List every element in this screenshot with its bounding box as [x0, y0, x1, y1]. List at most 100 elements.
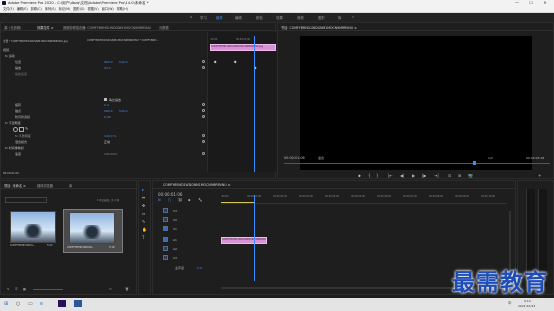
- ellipse-mask-icon[interactable]: [13, 127, 18, 132]
- project-item-thumbnail[interactable]: [10, 211, 56, 243]
- type-tool-icon[interactable]: T: [142, 235, 144, 240]
- step-forward-button[interactable]: |▶: [422, 173, 426, 178]
- tab-effect-controls[interactable]: 效果控件 ≡: [37, 25, 53, 30]
- program-playhead-marker[interactable]: [473, 161, 476, 165]
- pen-mask-icon[interactable]: ✎: [25, 126, 28, 131]
- effect-mini-timeline[interactable]: :00:00 00:00:05:00 COMFYBRHD1WDGNM1MOCN9…: [207, 32, 276, 172]
- tab-audio-clip-mixer[interactable]: 音频剪辑混合器: COMFYBRHD1WDGNM1MOCN9MRRVNU: [63, 25, 151, 30]
- position-y-value[interactable]: 540.0: [119, 60, 128, 64]
- tab-metadata[interactable]: 元数据: [159, 25, 169, 30]
- source-patch[interactable]: [163, 237, 168, 242]
- master-track-value[interactable]: 0.0: [197, 266, 202, 270]
- workspace-more[interactable]: »: [352, 15, 354, 19]
- track-a3[interactable]: A3: [163, 254, 219, 262]
- mini-playhead[interactable]: [254, 36, 255, 172]
- anchor-x-value[interactable]: 960.0: [104, 109, 113, 113]
- source-patch[interactable]: [163, 217, 168, 222]
- tab-libraries[interactable]: 库: [69, 183, 72, 188]
- keyframe-position-start[interactable]: [213, 60, 217, 64]
- program-video-frame[interactable]: [300, 36, 532, 170]
- keyframe-position-end[interactable]: [233, 60, 237, 64]
- razor-tool-icon[interactable]: ⇔: [142, 211, 145, 216]
- opacity-value[interactable]: 100.0 %: [104, 134, 116, 138]
- timeline-settings-icon[interactable]: 🔧: [198, 198, 202, 202]
- tab-media-browser[interactable]: 媒体浏览器: [37, 183, 53, 188]
- source-patch[interactable]: [163, 255, 168, 260]
- timeline-ruler[interactable]: :00:00 00:00:01:00 00:00:02:00 00:00:03:…: [221, 195, 507, 204]
- program-monitor-title[interactable]: 节目: COMFYBRHD1WDGNM1MOCN9MRRVNU ≡: [281, 25, 357, 30]
- button-editor-add[interactable]: +: [538, 173, 541, 178]
- stopwatch-position-icon[interactable]: [202, 60, 205, 63]
- stopwatch-blend-icon[interactable]: [202, 140, 205, 143]
- snap-icon[interactable]: ⋂: [168, 198, 171, 202]
- ripple-edit-tool-icon[interactable]: ✥: [142, 203, 145, 208]
- effect-time-remap[interactable]: fx 时间重映射: [5, 146, 24, 150]
- sequence-clip-label[interactable]: COMFYBRHD1WDGNM1MOCN9MRRVNU * COMFYBRH..…: [87, 39, 159, 42]
- effect-motion[interactable]: fx 运动: [5, 54, 15, 58]
- flicker-value[interactable]: 0.00: [104, 115, 111, 119]
- blend-mode-select[interactable]: 正常: [104, 140, 110, 144]
- program-timecode[interactable]: 00:00:01:06: [284, 156, 305, 160]
- menu-edit[interactable]: 编辑(E): [17, 6, 28, 12]
- premiere-taskbar-icon[interactable]: [58, 300, 66, 307]
- tab-sequence[interactable]: COMFYBRHD1WDGNM1MOCN9MRRVNU ≡: [163, 183, 230, 187]
- step-back-button[interactable]: ◀|: [400, 173, 404, 178]
- rotation-value[interactable]: 0.0: [104, 103, 109, 107]
- anchor-y-value[interactable]: 540.0: [119, 109, 128, 113]
- menu-view[interactable]: 视图(V): [88, 6, 99, 12]
- menu-file[interactable]: 文件(F): [3, 6, 14, 12]
- menu-graphics[interactable]: 图形(G): [73, 6, 84, 12]
- program-fit-select[interactable]: 适合: [318, 156, 324, 160]
- tab-project[interactable]: 项目: 未命名 ≡: [4, 183, 26, 188]
- menu-window[interactable]: 窗口(W): [102, 6, 114, 12]
- edge-icon[interactable]: e: [40, 301, 43, 307]
- uniform-scale-checkbox[interactable]: [104, 98, 107, 101]
- program-quality-select[interactable]: 1/2: [488, 156, 493, 160]
- project-search-input[interactable]: [5, 197, 47, 203]
- pen-tool-icon[interactable]: ✎: [142, 219, 145, 224]
- add-marker-icon[interactable]: ⬥: [188, 198, 190, 202]
- stopwatch-anchor-icon[interactable]: [202, 109, 205, 112]
- mini-clip-bar[interactable]: COMFYBRHD1WDGNM1MOCN9MRRVNU.jpg: [210, 44, 276, 51]
- stopwatch-scale-icon[interactable]: [202, 66, 205, 69]
- mark-in-button[interactable]: {: [368, 173, 371, 178]
- task-view-icon[interactable]: ▭: [28, 301, 33, 307]
- program-scrubber[interactable]: [284, 163, 550, 164]
- nest-toggle-icon[interactable]: ⊞: [158, 198, 161, 202]
- lift-button[interactable]: ⊡: [448, 173, 451, 178]
- trash-icon[interactable]: 🗑: [125, 287, 129, 291]
- tab-source[interactable]: 源: (无剪辑): [4, 25, 21, 30]
- track-select-tool-icon[interactable]: ⇹: [142, 195, 145, 200]
- word-taskbar-icon[interactable]: [74, 300, 82, 307]
- track-label[interactable]: A1: [173, 238, 177, 242]
- workspace-learning[interactable]: 学习: [200, 15, 207, 20]
- track-label[interactable]: V1: [173, 227, 177, 231]
- taskbar-clock[interactable]: 9:10: [524, 299, 531, 303]
- mark-out-button[interactable]: }: [376, 173, 379, 178]
- start-icon[interactable]: ⊞: [4, 301, 8, 307]
- menu-help[interactable]: 帮助(H): [117, 6, 128, 12]
- effect-controls-timecode[interactable]: 00:00:01:06: [3, 172, 19, 175]
- extract-button[interactable]: ⊞: [458, 173, 461, 178]
- selection-tool-icon[interactable]: ▸: [142, 187, 144, 192]
- add-marker-button[interactable]: ⬥: [358, 173, 361, 178]
- workspace-color[interactable]: 颜色: [256, 15, 263, 20]
- hand-tool-icon[interactable]: ✋: [142, 227, 147, 232]
- stopwatch-rotation-icon[interactable]: [202, 103, 205, 106]
- pencil-icon[interactable]: ✎: [7, 287, 10, 291]
- icon-view-icon[interactable]: ▦: [23, 287, 26, 291]
- workspace-audio[interactable]: 音频: [297, 15, 304, 20]
- home-icon[interactable]: ⌂: [190, 15, 192, 19]
- scale-value[interactable]: 93.0: [104, 66, 111, 70]
- timeline-timecode[interactable]: 00:00:01:06: [158, 192, 182, 197]
- go-to-out-button[interactable]: ⇥|: [434, 173, 439, 178]
- timeline-clip-v1[interactable]: COMFYBRHD1WDGNM1MOCN9MRRVNU: [221, 237, 267, 244]
- track-label[interactable]: A3: [173, 256, 177, 260]
- source-patch[interactable]: [163, 208, 168, 213]
- track-v1[interactable]: V1: [163, 225, 219, 233]
- new-bin-icon[interactable]: ▭: [109, 287, 112, 291]
- workspace-editing[interactable]: 编辑: [235, 15, 242, 20]
- export-frame-button[interactable]: 📷: [468, 173, 473, 178]
- thumbnail-size-slider[interactable]: [33, 289, 63, 290]
- list-view-icon[interactable]: ☰: [15, 287, 18, 291]
